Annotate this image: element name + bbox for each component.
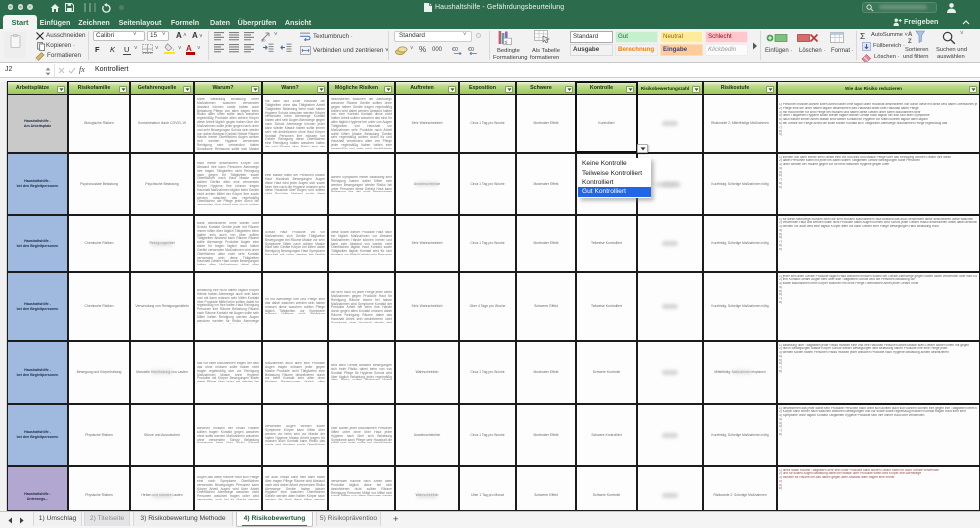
svg-text:ab: ab xyxy=(261,38,266,43)
svg-text:A: A xyxy=(908,32,913,38)
svg-text:≤: ≤ xyxy=(505,40,508,45)
svg-text:Z: Z xyxy=(908,39,912,44)
svg-text:€0: €0 xyxy=(452,47,458,53)
